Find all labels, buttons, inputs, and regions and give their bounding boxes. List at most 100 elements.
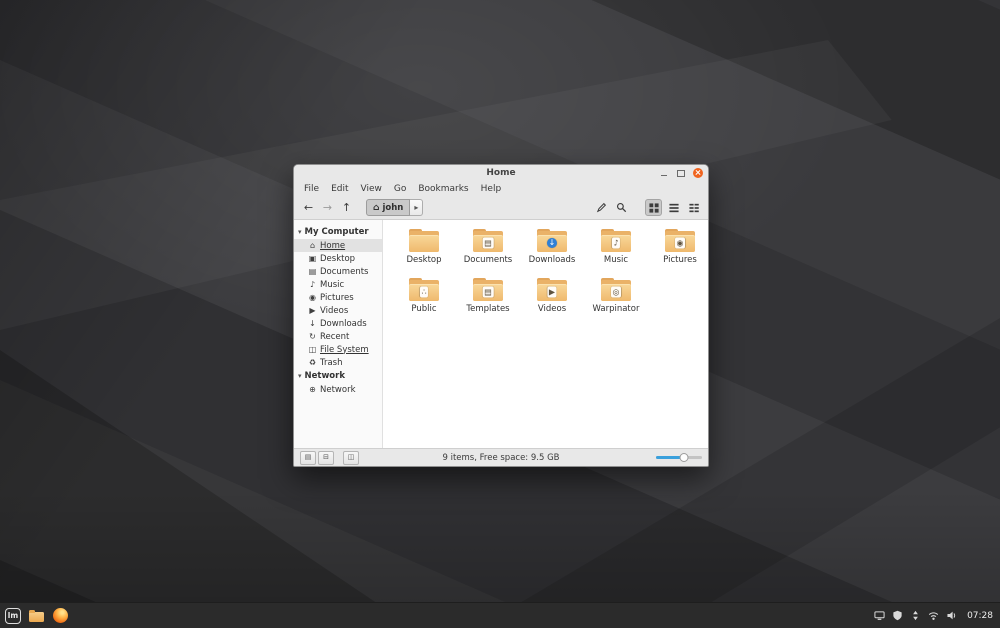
mint-menu-button[interactable]: lm <box>5 607 21 624</box>
window-controls <box>659 165 703 181</box>
tray-network-updown-icon[interactable] <box>910 610 921 621</box>
sidebar-item-label: Trash <box>320 357 343 368</box>
maximize-button[interactable] <box>676 168 686 178</box>
home-icon: ⌂ <box>309 240 316 250</box>
trash-icon: ♻ <box>308 357 317 367</box>
sidebar-section-network[interactable]: ▾ Network <box>294 369 382 383</box>
statusbar-tree-button[interactable]: ⊟ <box>318 450 334 465</box>
menu-edit[interactable]: Edit <box>325 184 354 194</box>
menu-go[interactable]: Go <box>388 184 412 194</box>
minimize-button[interactable] <box>659 168 669 178</box>
file-item-templates[interactable]: ▤ Templates <box>456 278 520 314</box>
file-item-documents[interactable]: ▤ Documents <box>456 229 520 265</box>
menu-bookmarks[interactable]: Bookmarks <box>412 184 474 194</box>
clock[interactable]: 07:28 <box>967 611 995 621</box>
back-button[interactable]: ← <box>300 199 317 216</box>
menu-view[interactable]: View <box>355 184 388 194</box>
statusbar-split-button[interactable]: ◫ <box>343 450 359 465</box>
firefox-icon <box>52 608 68 623</box>
compact-view-button[interactable] <box>685 199 702 216</box>
recent-icon: ↻ <box>309 331 316 341</box>
sidebar-item-network[interactable]: ⊕ Network <box>294 383 382 396</box>
folder-icon <box>28 609 44 622</box>
breadcrumb: ⌂ john ▸ <box>366 199 424 216</box>
file-label: Desktop <box>406 255 442 265</box>
sidebar-item-recent[interactable]: ↻ Recent <box>294 330 382 343</box>
file-label: Templates <box>466 304 510 314</box>
edit-location-button[interactable] <box>593 199 610 216</box>
file-label: Videos <box>537 304 567 314</box>
file-item-music[interactable]: ♪ Music <box>584 229 648 265</box>
folder-icon: ◎ <box>601 278 631 301</box>
folder-icon: ↓ <box>537 229 567 252</box>
menu-file[interactable]: File <box>298 184 325 194</box>
sidebar-item-documents[interactable]: ▤ Documents <box>294 265 382 278</box>
file-label: Pictures <box>663 255 697 265</box>
sidebar-item-label: Downloads <box>320 318 367 329</box>
pictures-icon: ◉ <box>309 292 316 302</box>
folder-icon: ▶ <box>537 278 567 301</box>
warpinator-emblem-icon: ◎ <box>611 286 621 298</box>
statusbar: ▤ ⊟ ◫ 9 items, Free space: 9.5 GB <box>294 448 708 466</box>
tray-firewall-shield-icon[interactable] <box>892 610 903 621</box>
desktop: Home File Edit View Go Bookmarks Help ← … <box>0 0 1000 628</box>
sidebar-item-desktop[interactable]: ▣ Desktop <box>294 252 382 265</box>
sidebar-section-label: Network <box>304 371 345 381</box>
firefox-launcher[interactable] <box>51 607 69 625</box>
sidebar-item-music[interactable]: ♪ Music <box>294 278 382 291</box>
statusbar-places-button[interactable]: ▤ <box>300 450 316 465</box>
list-view-button[interactable] <box>665 199 682 216</box>
music-icon: ♪ <box>309 279 316 289</box>
up-button[interactable]: ↑ <box>338 199 355 216</box>
sidebar-item-pictures[interactable]: ◉ Pictures <box>294 291 382 304</box>
sidebar-section-my-computer[interactable]: ▾ My Computer <box>294 225 382 239</box>
file-item-desktop[interactable]: Desktop <box>392 229 456 265</box>
downloads-icon: ↓ <box>309 318 316 328</box>
sidebar-item-home[interactable]: ⌂ Home <box>294 239 382 252</box>
grid-view-button[interactable] <box>645 199 662 216</box>
expander-icon: ▾ <box>298 371 302 380</box>
system-tray: 07:28 <box>874 610 995 621</box>
file-item-videos[interactable]: ▶ Videos <box>520 278 584 314</box>
file-item-downloads[interactable]: ↓ Downloads <box>520 229 584 265</box>
menu-help[interactable]: Help <box>475 184 508 194</box>
window-title: Home <box>486 168 516 178</box>
breadcrumb-home-segment[interactable]: ⌂ john <box>366 199 411 216</box>
expander-icon: ▾ <box>298 227 302 236</box>
camera-emblem-icon: ◉ <box>675 237 685 249</box>
list-view-icon <box>668 203 679 212</box>
close-button[interactable] <box>693 168 703 178</box>
titlebar[interactable]: Home <box>294 165 708 181</box>
sidebar-item-label: Music <box>320 279 345 290</box>
search-icon <box>616 202 627 213</box>
document-emblem-icon: ▤ <box>482 237 494 249</box>
file-manager-launcher[interactable] <box>27 607 45 625</box>
menubar: File Edit View Go Bookmarks Help <box>294 181 708 196</box>
template-emblem-icon: ▤ <box>482 286 494 298</box>
tray-display-icon[interactable] <box>874 610 885 621</box>
sidebar-item-label: Videos <box>320 305 349 316</box>
file-view[interactable]: Desktop ▤ Documents ↓ Downloads ♪ Music … <box>383 220 708 448</box>
breadcrumb-next-button[interactable]: ▸ <box>410 199 424 216</box>
search-button[interactable] <box>613 199 630 216</box>
sidebar-item-videos[interactable]: ▶ Videos <box>294 304 382 317</box>
music-emblem-icon: ♪ <box>611 237 621 249</box>
download-emblem-icon: ↓ <box>547 238 557 249</box>
sidebar-item-downloads[interactable]: ↓ Downloads <box>294 317 382 330</box>
sidebar-item-trash[interactable]: ♻ Trash <box>294 356 382 369</box>
file-item-warpinator[interactable]: ◎ Warpinator <box>584 278 648 314</box>
sidebar-item-label: Pictures <box>320 292 354 303</box>
network-icon: ⊕ <box>309 384 316 394</box>
sidebar-item-file-system[interactable]: ◫ File System <box>294 343 382 356</box>
file-label: Warpinator <box>592 304 640 314</box>
file-item-pictures[interactable]: ◉ Pictures <box>648 229 708 265</box>
file-item-public[interactable]: ∴ Public <box>392 278 456 314</box>
zoom-slider-handle[interactable] <box>679 453 689 462</box>
sidebar-section-label: My Computer <box>304 227 369 237</box>
tray-wifi-icon[interactable] <box>928 610 939 621</box>
forward-button[interactable]: → <box>319 199 336 216</box>
zoom-slider[interactable] <box>656 449 702 466</box>
folder-icon: ▤ <box>473 278 503 301</box>
folder-icon <box>409 229 439 252</box>
tray-volume-icon[interactable] <box>946 610 957 621</box>
